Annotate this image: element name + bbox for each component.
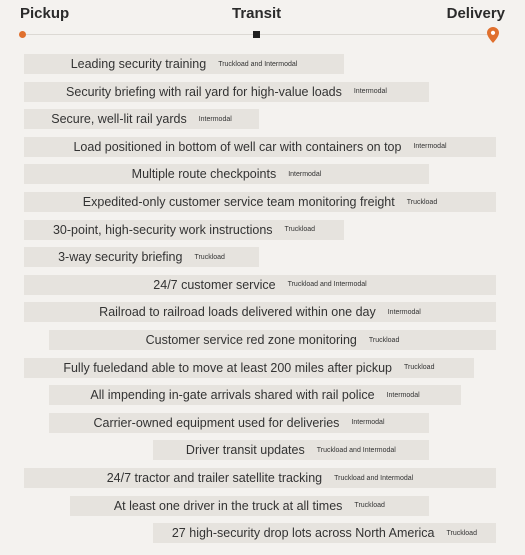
feature-label: Secure, well-lit rail yards (51, 112, 187, 127)
mode-tag: Truckload and Intermodal (218, 60, 298, 68)
feature-label: Railroad to railroad loads delivered wit… (99, 305, 376, 320)
feature-label: Load positioned in bottom of well car wi… (73, 139, 402, 154)
feature-bar: Fully fueledand able to move at least 20… (24, 357, 474, 378)
feature-label: 3-way security briefing (58, 250, 183, 265)
feature-bar: Leading security training Truckload and I… (24, 54, 345, 74)
mode-tag: Truckload (368, 336, 400, 344)
feature-label: 30-point, high-security work instruction… (52, 222, 273, 237)
feature-label: At least one driver in the truck at all … (113, 498, 343, 513)
mode-tag: Truckload and Intermodal (316, 446, 396, 454)
mode-tag: Intermodal (353, 88, 387, 96)
feature-bar: Multiple route checkpoints Intermodal (24, 164, 429, 185)
mode-tag: Truckload (354, 502, 385, 510)
feature-label: 27 high-security drop lots across North … (171, 526, 435, 541)
feature-label: 24/7 tractor and trailer satellite track… (106, 471, 323, 485)
feature-bar: Expedited-only customer service team mon… (24, 192, 496, 212)
feature-bar: Secure, well-lit rail yards Intermodal (24, 109, 260, 130)
mode-tag: Intermodal (288, 170, 322, 178)
mode-tag: Intermodal (387, 308, 421, 316)
mode-tag: Truckload (406, 198, 438, 206)
mode-tag: Truckload (403, 364, 435, 372)
mode-tag: Truckload and Intermodal (334, 474, 414, 482)
feature-label: 24/7 customer service (153, 277, 276, 292)
feature-label: Fully fueledand able to move at least 20… (63, 360, 392, 375)
feature-bar: 27 high-security drop lots across North … (152, 523, 496, 544)
mode-tag: Intermodal (386, 391, 420, 399)
feature-bar: Carrier-owned equipment used for deliver… (49, 412, 429, 433)
feature-bar: Driver transit updates Truckload and Inte… (152, 440, 429, 461)
mode-tag: Intermodal (198, 115, 232, 123)
mode-tag: Truckload and Intermodal (287, 281, 367, 289)
feature-label: Expedited-only customer service team mon… (82, 195, 395, 209)
feature-label: Multiple route checkpoints (131, 167, 277, 182)
feature-bar: Railroad to railroad loads delivered wit… (24, 302, 496, 323)
mode-tag: Truckload (446, 529, 477, 537)
feature-label: Customer service red zone monitoring (145, 333, 357, 347)
feature-label: Carrier-owned equipment used for deliver… (93, 415, 340, 430)
feature-bar: All impending in-gate arrivals shared wi… (49, 385, 462, 406)
feature-bar: At least one driver in the truck at all … (69, 495, 429, 516)
mode-tag: Intermodal (413, 143, 447, 151)
feature-bar: Load positioned in bottom of well car wi… (24, 136, 496, 157)
feature-bar: 24/7 customer service Truckload and Inter… (24, 274, 496, 295)
feature-bar: Customer service red zone monitoring Truc… (49, 330, 496, 350)
feature-bar: 24/7 tractor and trailer satellite track… (24, 468, 496, 488)
feature-label: Leading security training (70, 57, 207, 71)
feature-label: Driver transit updates (185, 443, 305, 458)
feature-label: Security briefing with rail yard for hig… (66, 84, 342, 99)
feature-bar: 30-point, high-security work instruction… (24, 219, 345, 240)
mode-tag: Intermodal (351, 419, 385, 427)
feature-bar: 3-way security briefing Truckload (24, 247, 260, 268)
feature-bar: Security briefing with rail yard for hig… (24, 81, 429, 102)
mode-tag: Truckload (194, 253, 225, 261)
mode-tag: Truckload (284, 226, 316, 234)
feature-bars: Leading security training Truckload and I… (0, 0, 525, 555)
feature-label: All impending in-gate arrivals shared wi… (90, 388, 375, 403)
